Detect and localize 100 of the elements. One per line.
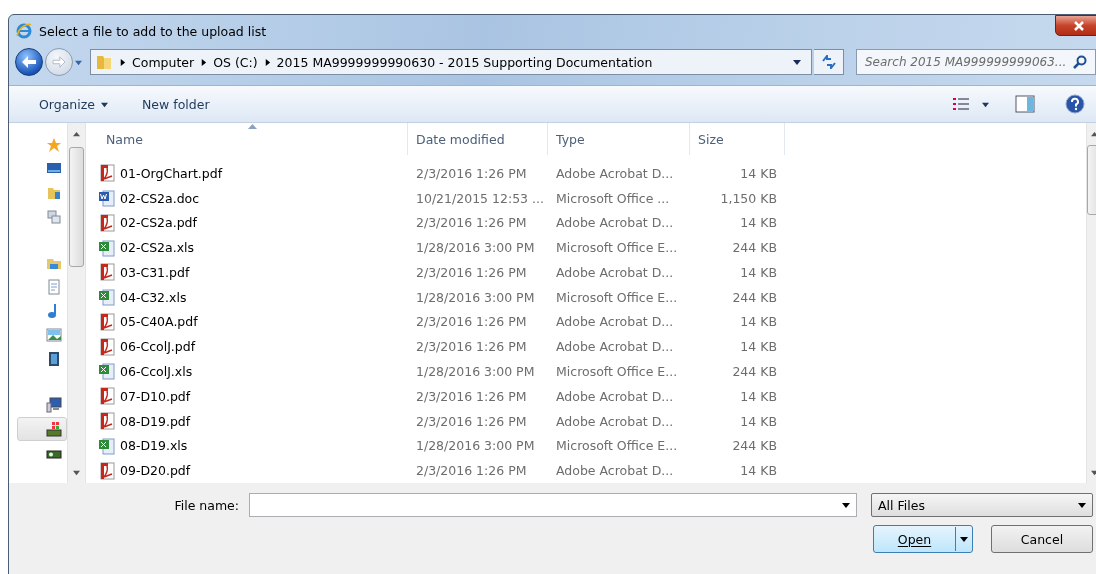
caret-icon: [73, 469, 80, 476]
type-cell-text: Microsoft Office ...: [555, 190, 671, 206]
column-header[interactable]: Size: [690, 123, 785, 155]
file-name: 02-CS2a.doc: [120, 190, 200, 206]
file-row[interactable]: 05-C40A.pdf 2/3/2016 1:26 PM Adobe Acrobat D... 14 KB: [98, 309, 1086, 335]
size-cell-text: 14 KB: [739, 463, 778, 479]
file-row[interactable]: 02-CS2a.xls 1/28/2016 3:00 PM Microsoft Office E... 244 KB: [98, 235, 1086, 261]
type-cell-text: Microsoft Office E...: [555, 363, 679, 379]
star-icon: [46, 137, 62, 153]
toolbar-button[interactable]: Organize: [31, 92, 116, 116]
type-cell-text: Adobe Acrobat D...: [555, 215, 675, 231]
date-cell-text: 1/28/2016 3:00 PM: [415, 240, 536, 256]
size-cell-text: 14 KB: [739, 165, 778, 181]
drive-icon: [46, 421, 62, 437]
file-row[interactable]: 04-C32.xls 1/28/2016 3:00 PM Microsoft Office E... 244 KB: [98, 284, 1086, 310]
type-cell-text: Adobe Acrobat D...: [555, 264, 675, 280]
caret-icon: [73, 131, 80, 138]
date-cell-text: 2/3/2016 1:26 PM: [415, 413, 528, 429]
file-type-dropdown[interactable]: All Files: [871, 493, 1093, 517]
open-button[interactable]: Open: [873, 525, 973, 553]
type-cell-text: Adobe Acrobat D...: [555, 339, 675, 355]
caret-icon: [1091, 131, 1096, 138]
column-header[interactable]: Type: [548, 123, 690, 155]
file-row[interactable]: 08-D19.pdf 2/3/2016 1:26 PM Adobe Acrobat D... 14 KB: [98, 408, 1086, 434]
date-cell-text: 1/28/2016 3:00 PM: [415, 363, 536, 379]
cancel-button[interactable]: Cancel: [991, 525, 1093, 553]
help-icon[interactable]: [1065, 94, 1085, 114]
breadcrumb[interactable]: 2015 MA9999999990630 - 2015 Supporting Documentation: [270, 54, 659, 70]
document-icon: [46, 279, 62, 295]
file-name: 01-OrgChart.pdf: [120, 165, 223, 181]
file-name: 02-CS2a.xls: [120, 240, 195, 256]
file-row[interactable]: 02-CS2a.doc 10/21/2015 12:53 ... Microsoft Office ... 1,150 KB: [98, 185, 1086, 211]
size-cell-text: 14 KB: [739, 388, 778, 404]
date-cell-text: 1/28/2016 3:00 PM: [415, 289, 536, 305]
excel-file-icon: [98, 436, 116, 455]
size-cell-text: 1,150 KB: [719, 190, 778, 206]
column-header[interactable]: Date modified: [408, 123, 548, 155]
pdf-file-icon: [98, 412, 116, 430]
scrollbar[interactable]: [67, 123, 86, 483]
file-name-field[interactable]: [249, 493, 857, 517]
selected-nav-item[interactable]: [17, 417, 67, 441]
folder-icon: [95, 53, 113, 71]
caret-icon: [793, 58, 801, 66]
pdf-file-icon: [98, 387, 116, 406]
image-icon: [46, 327, 62, 343]
size-cell-text: 244 KB: [731, 289, 778, 305]
file-name: 08-D19.pdf: [120, 413, 191, 429]
preview-pane-icon[interactable]: [1015, 95, 1035, 113]
computer-icon: [46, 397, 62, 413]
date-cell-text: 2/3/2016 1:26 PM: [415, 463, 528, 479]
file-row[interactable]: 06-CcolJ.pdf 2/3/2016 1:26 PM Adobe Acrobat D... 14 KB: [98, 334, 1086, 360]
search-placeholder: Search 2015 MA999999999063...: [865, 55, 1067, 69]
file-name: 06-CcolJ.xls: [120, 363, 193, 379]
file-name: 07-D10.pdf: [120, 388, 191, 404]
sort-arrow-icon: [248, 124, 257, 129]
file-row[interactable]: 07-D10.pdf 2/3/2016 1:26 PM Adobe Acrobat D... 14 KB: [98, 383, 1086, 409]
caret-icon: [101, 100, 108, 108]
file-row[interactable]: 06-CcolJ.xls 1/28/2016 3:00 PM Microsoft Office E... 244 KB: [98, 359, 1086, 384]
details-view-icon: [952, 97, 970, 111]
caret-icon: [960, 535, 968, 543]
caret-icon: [1091, 469, 1096, 476]
type-cell-text: Adobe Acrobat D...: [555, 314, 675, 330]
caret-icon: [1078, 501, 1086, 509]
pdf-file-icon: [98, 461, 116, 480]
size-cell-text: 244 KB: [731, 438, 778, 454]
close-button[interactable]: [1055, 15, 1096, 36]
address-bar[interactable]: Computer OS (C:) 2015 MA9999999990630 - 2015 Supporting Documentation: [90, 49, 812, 75]
breadcrumb[interactable]: OS (C:): [207, 54, 264, 70]
caret-icon: [263, 58, 271, 66]
excel-file-icon: [98, 362, 116, 381]
search-field[interactable]: Search 2015 MA999999999063...: [856, 49, 1096, 75]
video-icon: [46, 351, 62, 367]
file-row[interactable]: 08-D19.xls 1/28/2016 3:00 PM Microsoft Office E... 244 KB: [98, 433, 1086, 459]
pdf-file-icon: [98, 164, 116, 183]
breadcrumb[interactable]: Computer: [126, 54, 201, 70]
word-file-icon: [98, 189, 116, 208]
date-cell-text: 2/3/2016 1:26 PM: [415, 165, 528, 181]
file-row[interactable]: 09-D20.pdf 2/3/2016 1:26 PM Adobe Acrobat D... 14 KB: [98, 458, 1086, 483]
date-cell-text: 2/3/2016 1:26 PM: [415, 388, 528, 404]
scrollbar-thumb[interactable]: [69, 147, 84, 267]
size-cell-text: 14 KB: [739, 413, 778, 429]
caret-icon: [982, 100, 989, 108]
file-row[interactable]: 01-OrgChart.pdf 2/3/2016 1:26 PM Adobe Acrobat D... 14 KB: [98, 160, 1086, 186]
file-row[interactable]: 03-C31.pdf 2/3/2016 1:26 PM Adobe Acrobat D... 14 KB: [98, 260, 1086, 285]
size-cell-text: 14 KB: [739, 339, 778, 355]
size-cell-text: 14 KB: [739, 264, 778, 280]
caret-icon: [75, 58, 82, 66]
pdf-file-icon: [98, 263, 116, 282]
size-cell-text: 14 KB: [739, 215, 778, 231]
refresh-button[interactable]: [814, 49, 844, 75]
file-name: 03-C31.pdf: [120, 264, 190, 280]
back-button[interactable]: [15, 48, 43, 76]
size-cell-text: 244 KB: [731, 240, 778, 256]
date-cell-text: 2/3/2016 1:26 PM: [415, 215, 528, 231]
date-cell-text: 1/28/2016 3:00 PM: [415, 438, 536, 454]
caret-icon: [200, 58, 208, 66]
toolbar-button[interactable]: New folder: [134, 92, 218, 116]
excel-file-icon: [98, 288, 116, 307]
type-cell-text: Adobe Acrobat D...: [555, 413, 675, 429]
file-row[interactable]: 02-CS2a.pdf 2/3/2016 1:26 PM Adobe Acrobat D... 14 KB: [98, 210, 1086, 236]
